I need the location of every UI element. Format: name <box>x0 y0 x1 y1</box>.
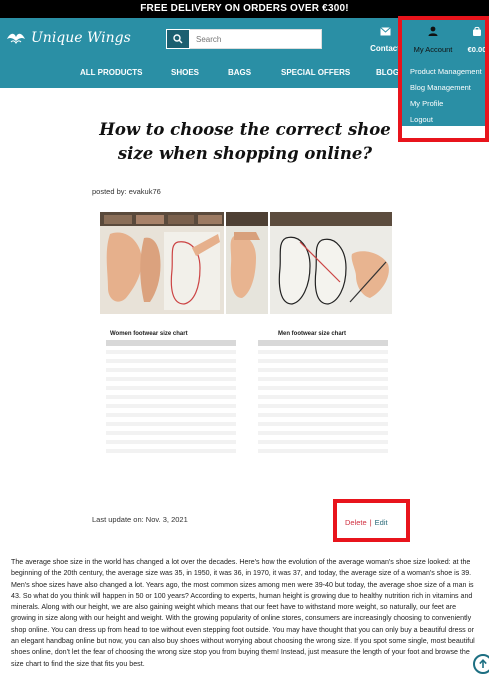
cart-total: €0.00 <box>467 45 487 54</box>
post-image: Women footwear size chart Men footwear s… <box>100 212 392 464</box>
site-logo[interactable]: Unique Wings <box>5 26 131 50</box>
post-body: The average shoe size in the world has c… <box>11 558 475 668</box>
nav-all-products[interactable]: ALL PRODUCTS <box>80 58 143 88</box>
menu-logout[interactable]: Logout <box>410 112 482 128</box>
account-dropdown: My Account €0.00 Product Management Blog… <box>400 18 489 126</box>
menu-product-management[interactable]: Product Management <box>410 64 482 80</box>
posted-by: posted by: evakuk76 <box>92 187 161 196</box>
arrow-up-icon <box>479 659 487 668</box>
menu-my-profile[interactable]: My Profile <box>410 96 482 112</box>
search-form <box>166 29 322 49</box>
post-title: How to choose the correct shoe size when… <box>99 120 391 163</box>
my-account-label: My Account <box>413 45 453 54</box>
nav-special-offers[interactable]: SPECIAL OFFERS <box>281 58 350 88</box>
shoe-size-illustration: Women footwear size chart Men footwear s… <box>100 212 392 453</box>
nav-shoes[interactable]: SHOES <box>171 58 199 88</box>
nav-blog[interactable]: BLOG <box>376 58 399 88</box>
account-menu: Product Management Blog Management My Pr… <box>410 64 482 128</box>
edit-link[interactable]: Edit <box>375 518 388 527</box>
logo-text: Unique Wings <box>31 30 131 46</box>
men-size-table <box>258 340 388 453</box>
envelope-icon <box>379 27 391 36</box>
men-chart-title: Men footwear size chart <box>278 331 346 337</box>
contact-link[interactable]: Contact <box>368 27 402 56</box>
wings-logo-icon <box>7 33 25 45</box>
delete-link[interactable]: Delete <box>345 518 367 527</box>
promo-banner: FREE DELIVERY ON ORDERS OVER €300! <box>0 0 489 18</box>
women-size-table <box>106 340 236 453</box>
women-chart-title: Women footwear size chart <box>110 331 188 337</box>
search-input[interactable] <box>190 29 322 49</box>
my-account-button[interactable]: My Account <box>408 26 458 57</box>
action-separator: | <box>369 518 372 527</box>
search-button[interactable] <box>166 29 190 49</box>
scroll-to-top-button[interactable] <box>473 654 489 674</box>
search-icon <box>173 34 183 44</box>
contact-label: Contact <box>370 44 400 53</box>
user-icon <box>428 26 438 36</box>
nav-bags[interactable]: BAGS <box>228 58 251 88</box>
cart-button[interactable]: €0.00 <box>466 26 488 57</box>
last-update: Last update on: Nov. 3, 2021 <box>92 515 188 524</box>
menu-blog-management[interactable]: Blog Management <box>410 80 482 96</box>
post-actions: Delete | Edit <box>345 518 388 527</box>
shopping-bag-icon <box>473 26 481 36</box>
